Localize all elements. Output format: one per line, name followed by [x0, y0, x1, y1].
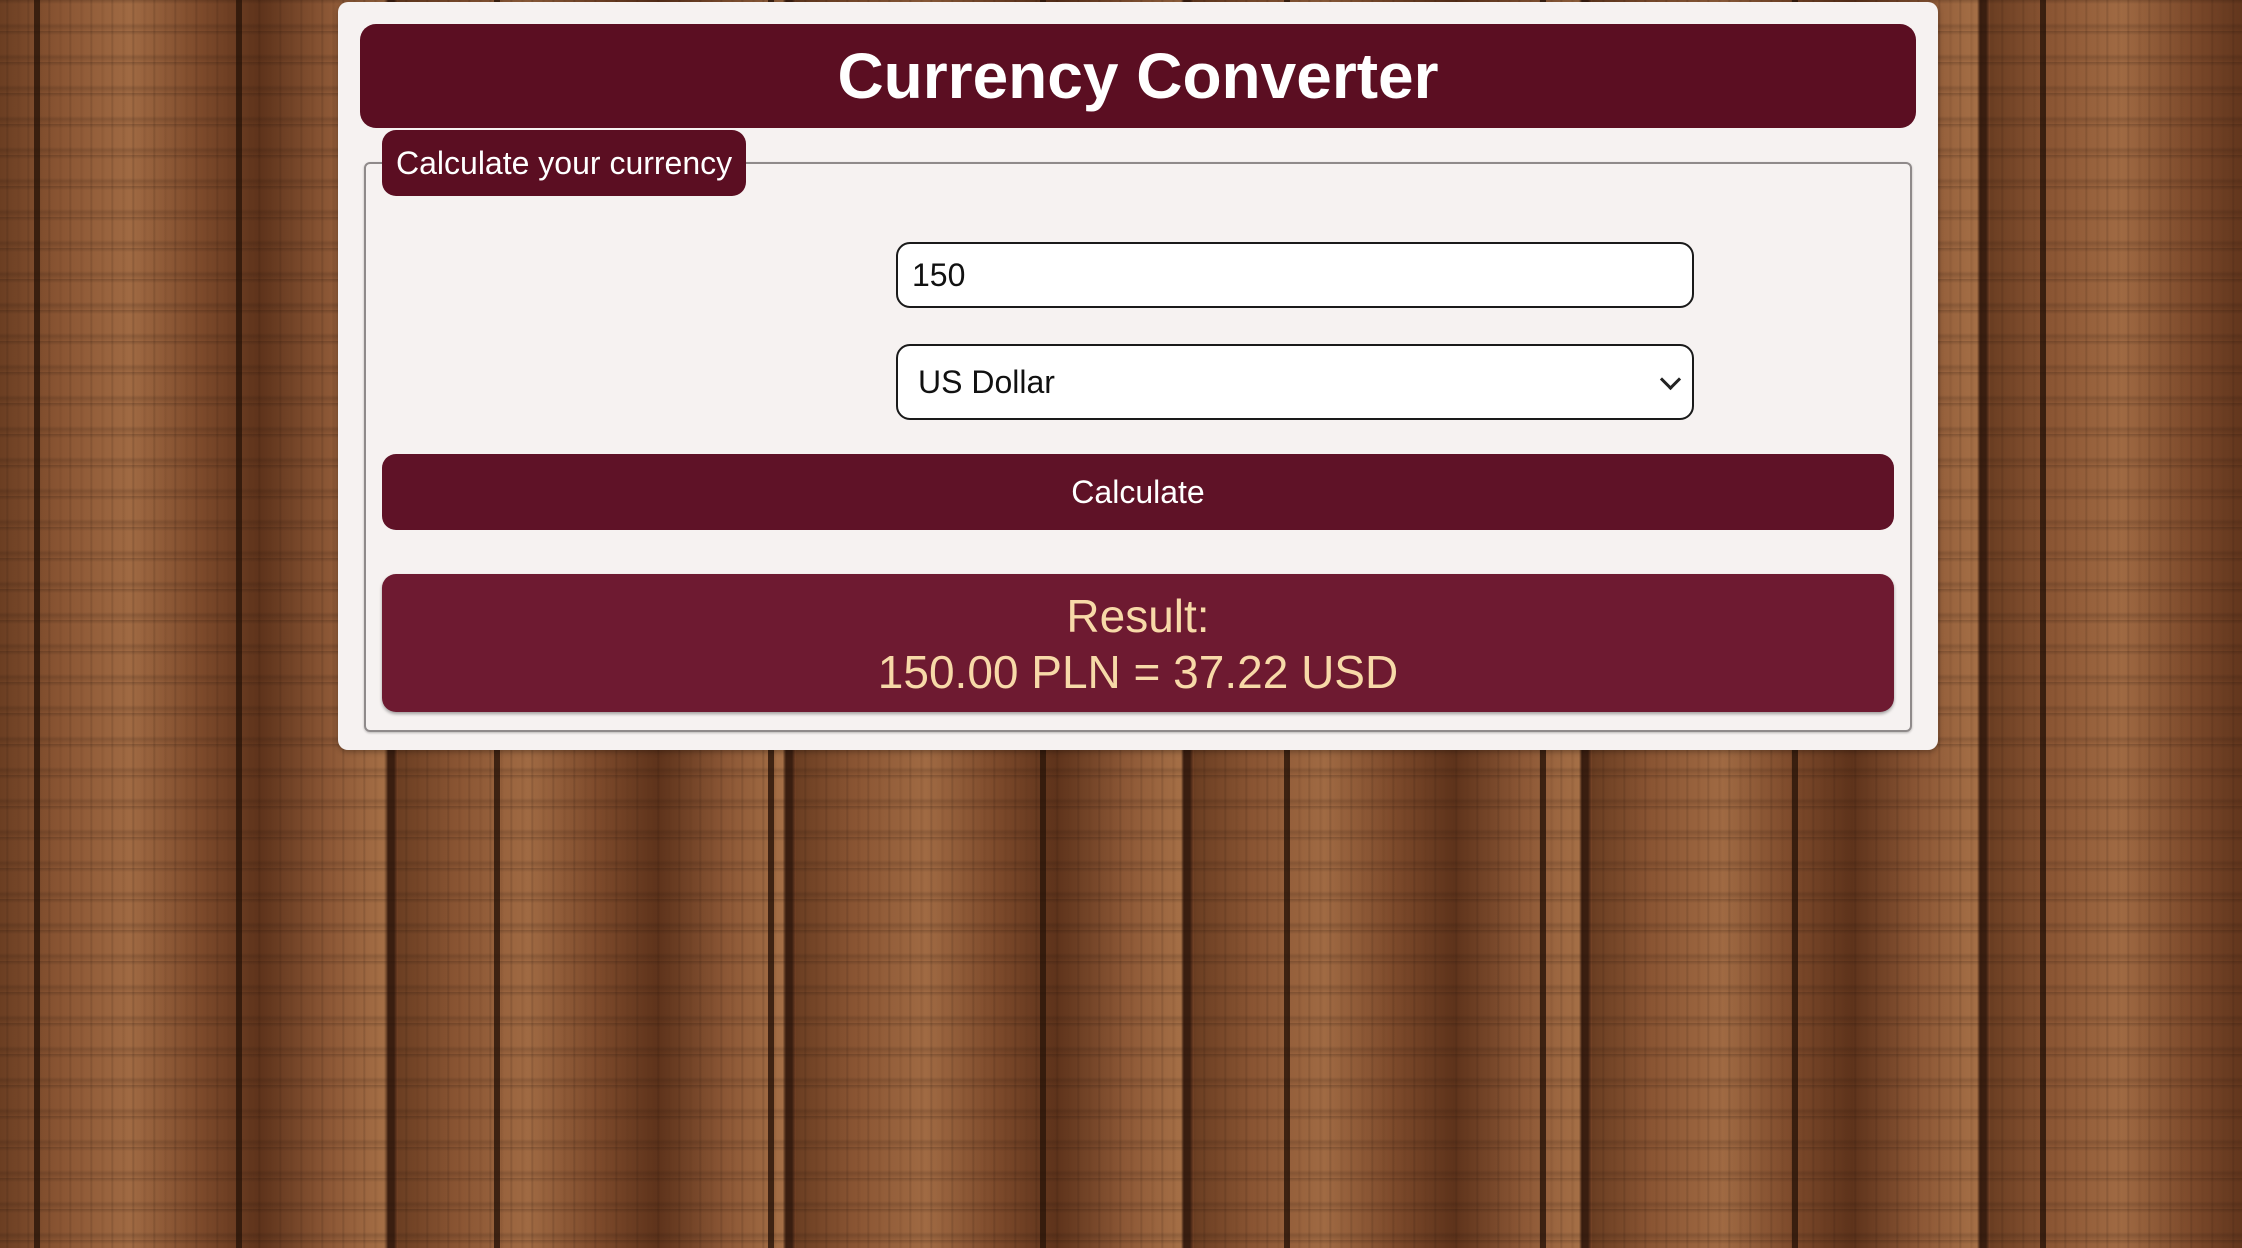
page-title: Currency Converter	[360, 24, 1916, 128]
result-value: 150.00 PLN = 37.22 USD	[877, 646, 1399, 698]
currency-select-value: US Dollar	[918, 364, 1055, 400]
calculate-button[interactable]: Calculate	[382, 454, 1894, 530]
result-title: Result:	[1066, 590, 1210, 642]
converter-panel: Currency Converter Calculate your curren…	[338, 2, 1938, 750]
currency-select[interactable]: US Dollar	[896, 344, 1694, 420]
fieldset-legend: Calculate your currency	[382, 130, 747, 196]
result-box: Result: 150.00 PLN = 37.22 USD	[382, 574, 1894, 712]
chevron-down-icon	[1659, 368, 1682, 391]
amount-input[interactable]	[896, 242, 1694, 308]
